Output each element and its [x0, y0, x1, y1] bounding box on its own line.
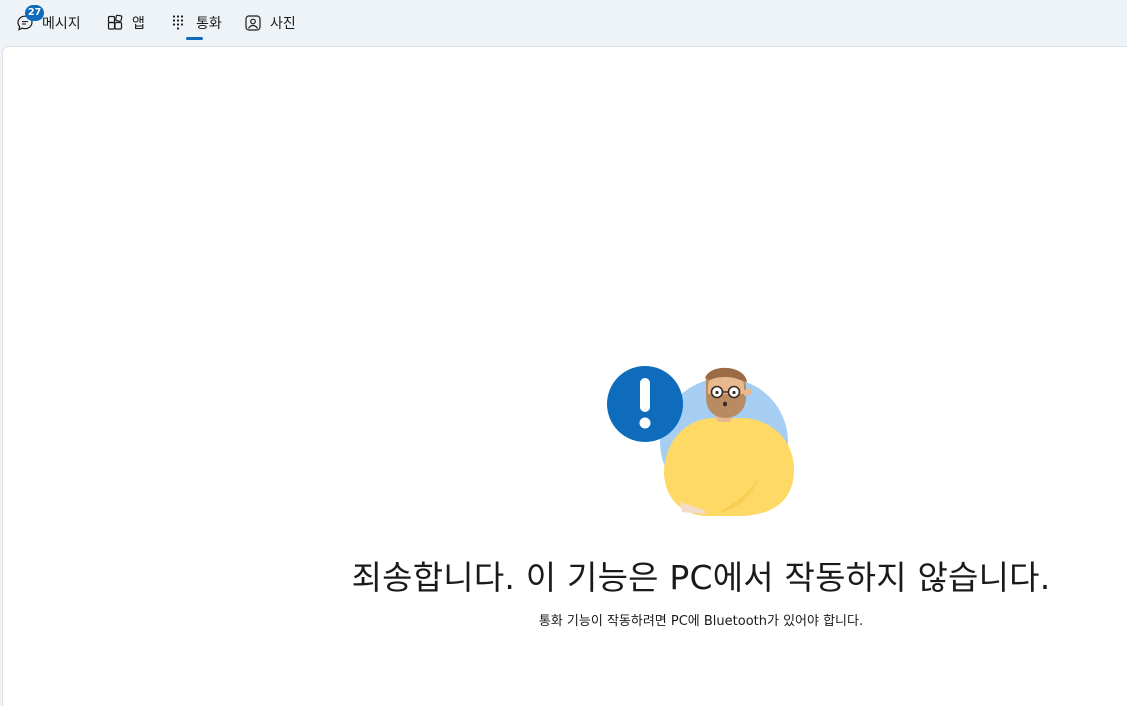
- photo-icon: [244, 14, 262, 32]
- tab-bar: 27 메시지 앱 통화 사진: [0, 0, 1127, 46]
- error-title: 죄송합니다. 이 기능은 PC에서 작동하지 않습니다.: [351, 558, 1051, 597]
- tab-photos[interactable]: 사진: [244, 0, 296, 46]
- chat-bubble-icon: 27: [16, 5, 45, 32]
- tab-photos-label: 사진: [270, 16, 296, 32]
- apps-grid-icon: [106, 14, 124, 32]
- tab-calls-label: 통화: [196, 16, 222, 32]
- dialpad-icon: [170, 14, 188, 32]
- person-with-alert-illustration: [604, 362, 798, 520]
- tab-apps-label: 앱: [132, 16, 145, 32]
- unread-count-badge: 27: [25, 5, 45, 21]
- calls-content-pane: [2, 46, 1127, 706]
- tab-messages[interactable]: 27 메시지: [16, 0, 81, 46]
- error-subtitle: 통화 기능이 작동하려면 PC에 Bluetooth가 있어야 합니다.: [538, 614, 864, 629]
- tab-messages-label: 메시지: [42, 16, 81, 32]
- tab-apps[interactable]: 앱: [106, 0, 145, 46]
- selected-tab-indicator: [186, 37, 203, 40]
